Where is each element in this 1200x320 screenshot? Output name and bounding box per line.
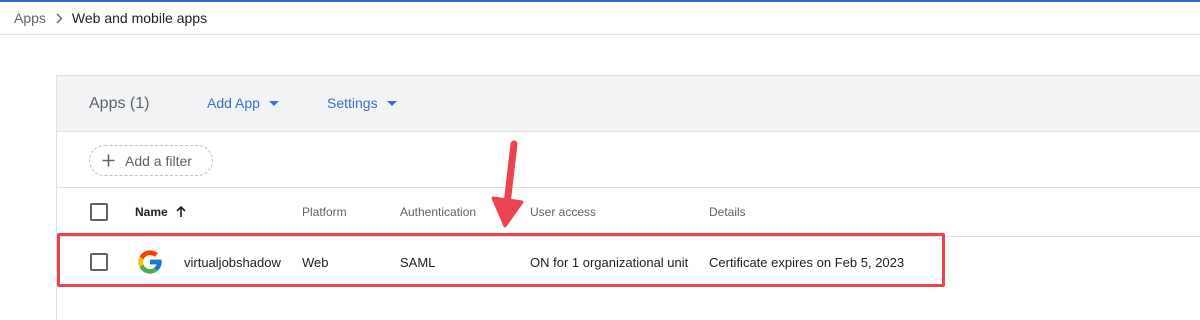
select-all-checkbox[interactable] [90,203,108,221]
apps-card: Apps (1) Add App Settings Add a filter N… [56,75,1200,320]
column-name-label: Name [135,205,168,219]
column-header-name[interactable]: Name [135,205,186,219]
column-header-authentication[interactable]: Authentication [400,205,476,219]
add-filter-button[interactable]: Add a filter [89,145,213,176]
column-header-user-access[interactable]: User access [530,205,596,219]
app-authentication: SAML [400,255,436,270]
settings-label: Settings [327,95,378,111]
caret-down-icon [386,100,397,106]
caret-down-icon [268,100,279,106]
chevron-right-icon [56,13,63,24]
app-user-access: ON for 1 organizational unit [530,255,689,270]
app-platform: Web [302,255,329,270]
header-divider [0,34,1200,35]
settings-button[interactable]: Settings [327,95,397,111]
add-app-label: Add App [207,95,260,111]
apps-toolbar: Apps (1) Add App Settings [57,76,1200,132]
apps-count-label: Apps (1) [89,95,150,112]
column-header-details[interactable]: Details [709,205,746,219]
arrow-up-icon [176,206,186,218]
breadcrumb: Apps Web and mobile apps [14,8,207,28]
column-header-platform[interactable]: Platform [302,205,347,219]
table-row[interactable]: virtualjobshadow Web SAML ON for 1 organ… [57,238,1200,286]
add-filter-label: Add a filter [125,152,192,169]
add-app-button[interactable]: Add App [207,95,279,111]
app-details: Certificate expires on Feb 5, 2023 [709,255,905,270]
table-header-row: Name Platform Authentication User access… [57,188,1200,237]
top-accent-line [0,0,1200,2]
row-checkbox[interactable] [90,253,108,271]
breadcrumb-current: Web and mobile apps [71,10,208,26]
filter-row: Add a filter [57,133,1200,188]
app-name-link[interactable]: virtualjobshadow [184,255,281,270]
plus-icon [102,154,115,167]
breadcrumb-apps-link[interactable]: Apps [14,10,46,26]
google-logo-icon [138,250,162,274]
